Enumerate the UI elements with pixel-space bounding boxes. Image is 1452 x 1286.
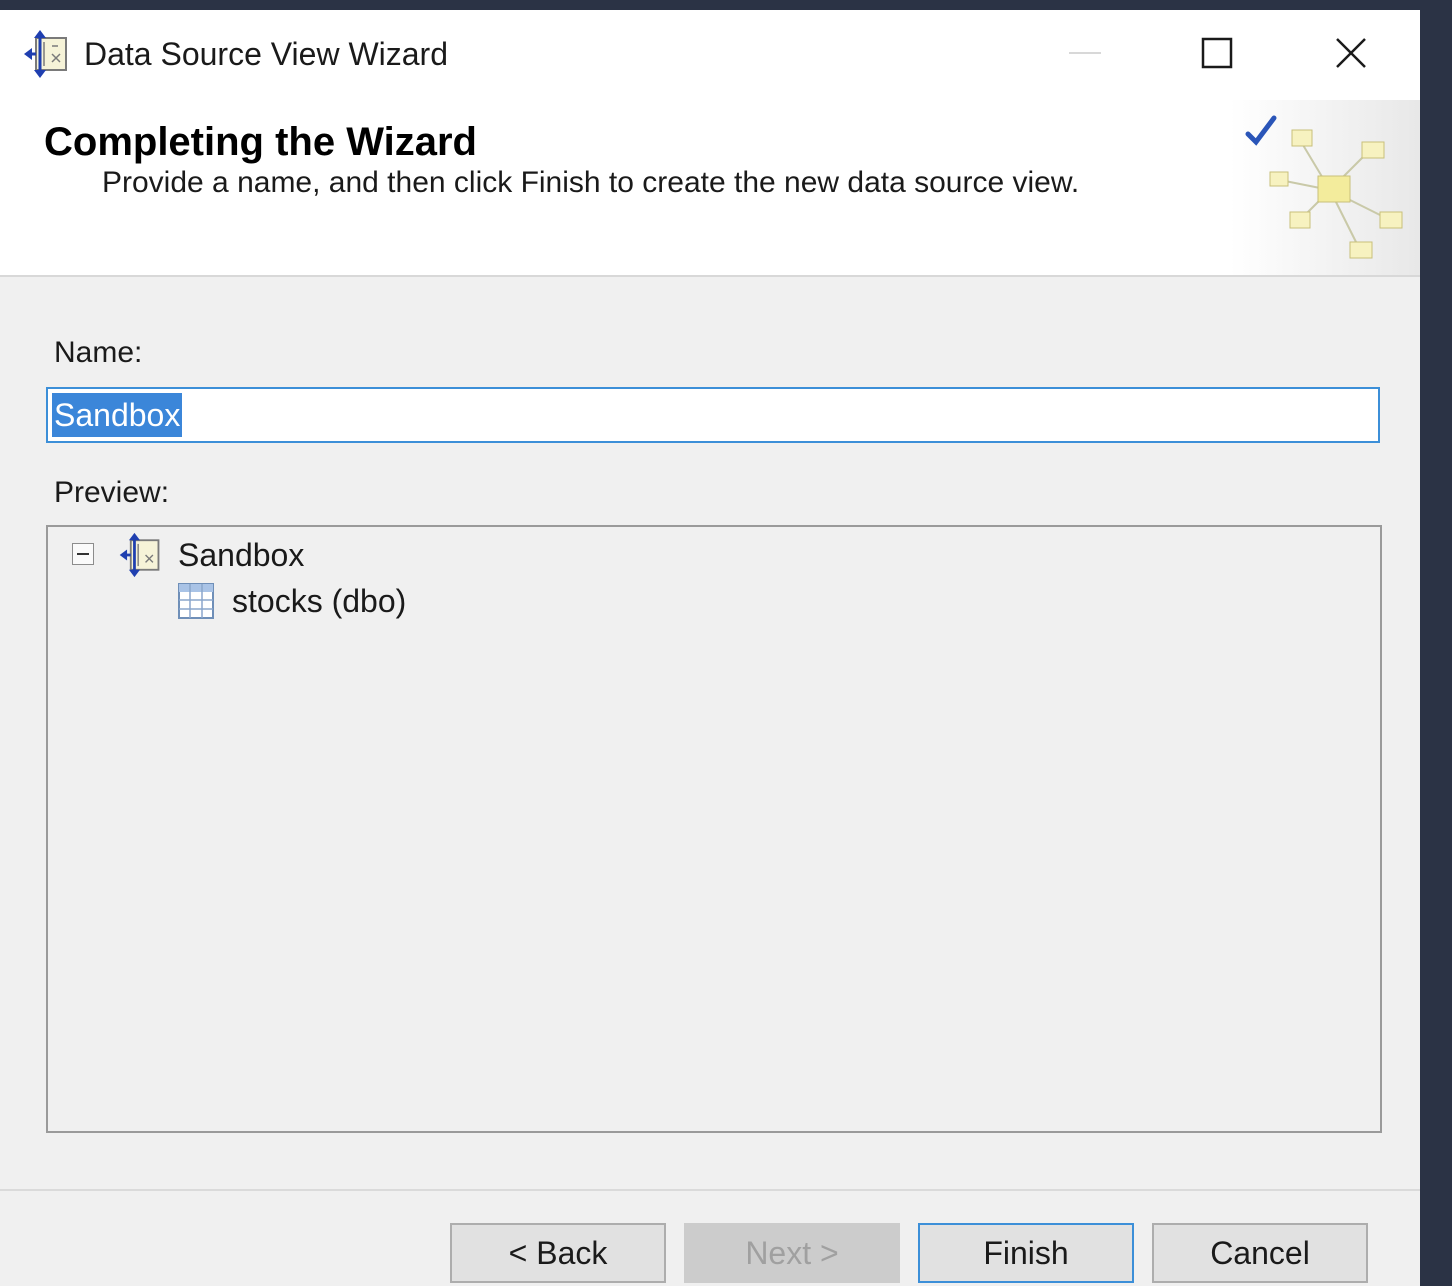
maximize-icon [1201,37,1233,69]
minimize-icon [1069,52,1101,54]
close-button[interactable] [1286,10,1416,96]
minimize-button[interactable] [1020,10,1150,96]
wizard-graphic-icon [1230,100,1420,275]
close-icon [1336,38,1366,68]
cancel-button[interactable]: Cancel [1152,1223,1368,1283]
name-field-value: Sandbox [52,393,183,437]
wizard-window: Data Source View Wizard Completing the W… [0,10,1420,1286]
data-source-view-icon [119,532,160,578]
window-title: Data Source View Wizard [84,36,448,72]
table-icon [178,583,214,619]
collapse-toggle-icon[interactable] [72,543,94,565]
wizard-body: Name: Sandbox Preview: Sandbox stocks (d… [0,277,1420,1189]
title-bar[interactable]: Data Source View Wizard [0,10,1420,100]
name-label: Name: [54,336,143,369]
wizard-footer: < Back Next > Finish Cancel [0,1189,1420,1286]
tree-item-root[interactable]: Sandbox [178,535,304,575]
preview-tree[interactable]: Sandbox stocks (dbo) [46,525,1382,1133]
tree-item-table[interactable]: stocks (dbo) [232,581,406,621]
maximize-button[interactable] [1152,10,1282,96]
back-button[interactable]: < Back [450,1223,666,1283]
name-field[interactable]: Sandbox [46,387,1380,443]
page-subtitle: Provide a name, and then click Finish to… [102,166,1080,199]
page-title: Completing the Wizard [44,120,477,164]
finish-button[interactable]: Finish [918,1223,1134,1283]
wizard-header: Completing the Wizard Provide a name, an… [0,100,1420,277]
preview-label: Preview: [54,476,170,509]
data-source-view-icon [24,30,67,78]
next-button[interactable]: Next > [684,1223,900,1283]
